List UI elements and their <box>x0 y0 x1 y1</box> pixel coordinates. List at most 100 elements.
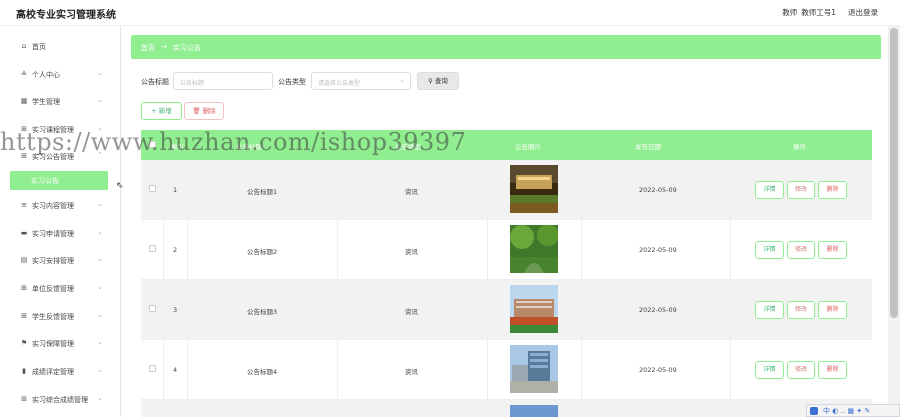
breadcrumb-current: 实习公告 <box>173 44 201 52</box>
edit-button[interactable]: 修改 <box>787 361 815 379</box>
row-index: 3 <box>173 306 178 314</box>
type-search-label: 公告类型 <box>278 78 306 86</box>
detail-button[interactable]: 详情 <box>755 241 784 259</box>
row-checkbox[interactable] <box>149 365 156 372</box>
type-select-placeholder: 请选择公告类型 <box>318 80 361 87</box>
user-name: 教师工号1 <box>801 8 836 17</box>
ime-toolbar[interactable]: 中 ◐ ‥ ▦ ✦ ✎ <box>806 404 900 417</box>
edit-button[interactable]: 修改 <box>787 301 815 319</box>
delete-button[interactable]: 删除 <box>818 361 847 379</box>
row-date: 2022-05-09 <box>639 246 677 254</box>
sidebar-item-label: 实习内容管理 <box>32 202 74 210</box>
row-date: 2022-05-09 <box>639 366 677 374</box>
sidebar-item-guarantee[interactable]: ⚑ 实习保障管理 ⌄ <box>0 335 121 353</box>
chevron-down-icon: ⌄ <box>97 283 103 291</box>
sidebar-subitem-notice[interactable]: 实习公告 <box>10 171 108 190</box>
sidebar-item-label: 实习保障管理 <box>32 340 74 348</box>
calendar-icon: ▤ <box>20 256 28 264</box>
row-type: 资讯 <box>405 188 418 196</box>
row-checkbox[interactable] <box>149 245 156 252</box>
bar-chart-icon: ▮ <box>22 367 26 375</box>
chevron-down-icon: ⌄ <box>97 366 103 374</box>
table-row: 1 公告标题1 资讯 2022-05-09 详情 修改 删除 <box>141 160 872 220</box>
page-scrollbar[interactable] <box>888 26 900 417</box>
flag-icon: ⚑ <box>20 339 28 347</box>
notice-image <box>510 225 558 273</box>
row-type: 资讯 <box>405 308 418 316</box>
table-row <box>141 400 872 417</box>
grid-icon: ⊞ <box>21 395 27 403</box>
add-button[interactable]: + 新增 <box>141 102 182 120</box>
detail-button[interactable]: 详情 <box>755 301 784 319</box>
row-index: 2 <box>173 246 178 254</box>
header-date: 发布日期 <box>635 143 661 151</box>
detail-button[interactable]: 详情 <box>755 361 784 379</box>
sidebar-item-overall-grades[interactable]: ⊞ 实习综合成绩管理 ⌄ <box>0 391 121 409</box>
sidebar-item-label: 学生反馈管理 <box>32 313 74 321</box>
row-title: 公告标题1 <box>247 188 278 196</box>
sidebar-item-students[interactable]: ▦ 学生管理 ⌄ <box>0 93 121 111</box>
add-button-label: 新增 <box>158 107 172 115</box>
sidebar-item-company-feedback[interactable]: ⊞ 单位反馈管理 ⌄ <box>0 280 121 298</box>
home-icon: ⌂ <box>21 42 27 50</box>
sidebar-item-label: 首页 <box>32 43 46 51</box>
table-row: 4 公告标题4 资讯 2022-05-09 详情 修改 删除 <box>141 340 872 400</box>
ime-logo-icon <box>810 406 818 415</box>
mouse-cursor-icon: ⇖ <box>116 181 124 191</box>
sidebar-item-content[interactable]: ≡ 实习内容管理 ⌄ <box>0 197 121 215</box>
sidebar-item-label: 实习安排管理 <box>32 257 74 265</box>
query-button-label: 查询 <box>434 77 448 85</box>
row-title: 公告标题2 <box>247 248 278 256</box>
sidebar-item-label: 实习申请管理 <box>32 230 74 238</box>
notice-image <box>510 345 558 393</box>
delete-button[interactable]: 删除 <box>818 301 847 319</box>
top-user-area: 教师 教师工号1 退出登录 <box>782 7 878 18</box>
title-search-input[interactable]: 公告标题 <box>173 72 273 90</box>
breadcrumb-home[interactable]: 首页 <box>141 43 155 53</box>
user-role: 教师 <box>782 8 798 17</box>
search-icon: ⚲ <box>428 77 433 85</box>
query-button[interactable]: ⚲ 查询 <box>417 72 459 90</box>
row-type: 资讯 <box>405 368 418 376</box>
row-date: 2022-05-09 <box>639 306 677 314</box>
scrollbar-thumb[interactable] <box>890 28 898 318</box>
edit-button[interactable]: 修改 <box>787 241 815 259</box>
logout-link[interactable]: 退出登录 <box>848 7 878 18</box>
sidebar-subitem-label: 实习公告 <box>31 177 59 185</box>
sidebar-item-label: 个人中心 <box>32 71 60 79</box>
grid-icon: ⊞ <box>21 312 27 320</box>
chevron-down-icon: ⌄ <box>399 76 405 84</box>
notice-image <box>510 285 558 333</box>
notice-image <box>510 405 558 417</box>
bulk-delete-button[interactable]: 🗑 删除 <box>184 102 224 120</box>
delete-button[interactable]: 删除 <box>818 181 847 199</box>
sidebar-item-applications[interactable]: ▬ 实习申请管理 ⌄ <box>0 225 121 243</box>
row-index: 4 <box>173 366 178 374</box>
user-icon: ≗ <box>21 70 27 78</box>
row-checkbox[interactable] <box>149 305 156 312</box>
breadcrumb-arrow-icon: → <box>161 43 167 51</box>
sidebar-item-profile[interactable]: ≗ 个人中心 ⌄ <box>0 66 121 84</box>
chevron-down-icon: ⌄ <box>97 338 103 346</box>
sidebar-item-home[interactable]: ⌂ 首页 <box>0 38 121 56</box>
sidebar-item-label: 实习综合成绩管理 <box>32 396 88 404</box>
sidebar-item-student-feedback[interactable]: ⊞ 学生反馈管理 ⌄ <box>0 308 121 326</box>
edit-button[interactable]: 修改 <box>787 181 815 199</box>
row-checkbox[interactable] <box>149 185 156 192</box>
chevron-down-icon: ⌄ <box>97 228 103 236</box>
sidebar-item-label: 成绩评定管理 <box>32 368 74 376</box>
sidebar-item-grading[interactable]: ▮ 成绩评定管理 ⌄ <box>0 363 121 381</box>
bookmark-icon: ▬ <box>20 229 28 237</box>
detail-button[interactable]: 详情 <box>755 181 784 199</box>
row-index: 1 <box>173 186 178 194</box>
type-select[interactable]: 请选择公告类型 ⌄ <box>311 72 411 90</box>
header-actions: 操作 <box>793 143 806 151</box>
title-search-label: 公告标题 <box>141 78 169 86</box>
delete-button[interactable]: 删除 <box>818 241 847 259</box>
sidebar-item-arrangements[interactable]: ▤ 实习安排管理 ⌄ <box>0 252 121 270</box>
sidebar: ⌂ 首页 ≗ 个人中心 ⌄ ▦ 学生管理 ⌄ ⊞ 实习课程管理 ⌄ ⊞ 实习公告… <box>0 26 121 417</box>
main-content: 首页 → 实习公告 公告标题 公告标题 公告类型 请选择公告类型 ⌄ ⚲ 查询 … <box>122 26 888 417</box>
chevron-down-icon: ⌄ <box>97 200 103 208</box>
app-title: 高校专业实习管理系统 <box>16 10 116 21</box>
chevron-down-icon: ⌄ <box>97 394 103 402</box>
